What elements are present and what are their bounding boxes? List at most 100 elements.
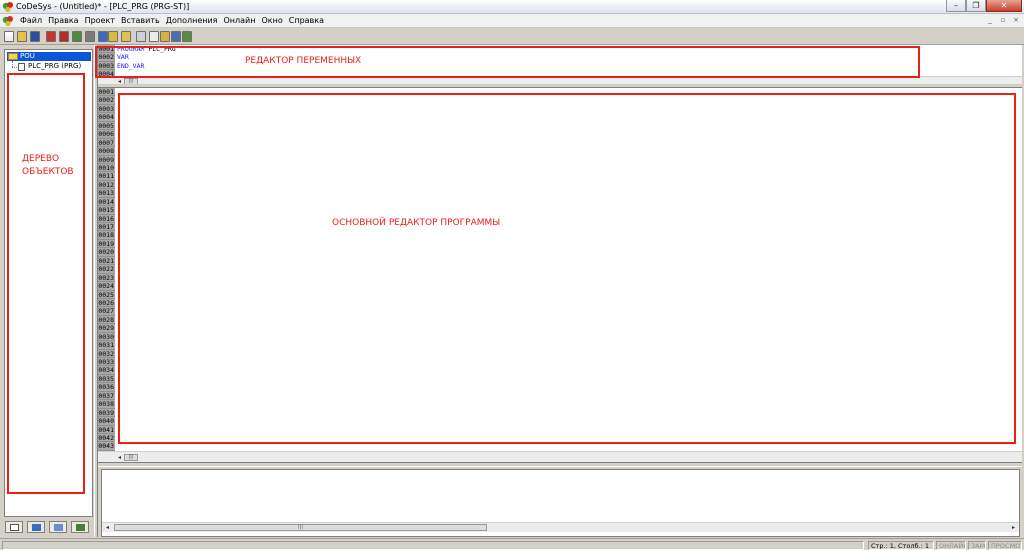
status-bar: Стр.: 1, Столб.: 1 ОНЛАЙН ЗАМ ПРОСМОТР: [0, 538, 1024, 550]
line-number: 0011: [98, 172, 115, 181]
paste-icon[interactable]: [160, 31, 170, 42]
line-number: 0005: [98, 121, 115, 131]
tree-item-pou[interactable]: POU: [7, 52, 91, 61]
folder-icon: [8, 53, 18, 60]
scroll-left-icon[interactable]: ◂: [116, 454, 123, 461]
message-splitter[interactable]: [98, 462, 1022, 467]
menu-file[interactable]: Файл: [17, 16, 45, 25]
tab-data-types[interactable]: [27, 521, 45, 533]
scroll-left-icon[interactable]: ◂: [104, 524, 111, 531]
program-annotation-frame: [118, 93, 1016, 444]
line-number: 0043: [98, 442, 115, 451]
line-number: 0024: [98, 282, 115, 291]
line-number: 0006: [98, 130, 115, 139]
document-window-icon[interactable]: [2, 15, 14, 27]
menu-project[interactable]: Проект: [82, 16, 118, 25]
line-number: 0039: [98, 408, 115, 418]
scroll-thumb[interactable]: |||: [124, 454, 138, 461]
codesys-window: CoDeSys - (Untitled)* - [PLC_PRG (PRG-ST…: [0, 0, 1024, 550]
line-number: 0042: [98, 433, 115, 443]
line-number: 0034: [98, 366, 115, 375]
program-hscrollbar[interactable]: ◂ |||: [98, 451, 1022, 462]
line-number: 0013: [98, 189, 115, 198]
menu-edit[interactable]: Правка: [45, 16, 81, 25]
menu-extras[interactable]: Дополнения: [163, 16, 221, 25]
program-line-numbers: 0001 0002 0003 0004 0005 0006 0007 0008 0009 0010…: [98, 88, 115, 451]
line-number: 0020: [98, 248, 115, 257]
replace-icon[interactable]: [182, 31, 192, 42]
message-hscrollbar[interactable]: ◂ ||| ▸: [102, 522, 1019, 532]
line-number: 0016: [98, 214, 115, 223]
line-number: 0036: [98, 383, 115, 392]
toolbar: [0, 29, 1024, 45]
step-icon[interactable]: [85, 31, 95, 42]
tab-visualizations[interactable]: [49, 521, 67, 533]
stop-icon[interactable]: [59, 31, 69, 42]
line-number: 0004: [98, 113, 115, 122]
line-number: 0037: [98, 391, 115, 401]
menu-window[interactable]: Окно: [258, 16, 285, 25]
declaration-annotation-label: РЕДАКТОР ПЕРЕМЕННЫХ: [245, 56, 362, 66]
write-values-icon[interactable]: [108, 31, 118, 42]
scroll-right-icon[interactable]: ▸: [1010, 524, 1017, 531]
mdi-close-button[interactable]: ×: [1010, 15, 1022, 26]
message-window[interactable]: ◂ ||| ▸: [101, 469, 1020, 537]
save-icon[interactable]: [30, 31, 40, 42]
status-cursor-position: Стр.: 1, Столб.: 1: [868, 541, 934, 550]
login-icon[interactable]: [46, 31, 56, 42]
line-number: 0019: [98, 239, 115, 249]
run-icon[interactable]: [72, 31, 82, 42]
declaration-annotation-frame: [95, 46, 920, 78]
line-number: 0028: [98, 315, 115, 325]
line-number: 0030: [98, 332, 115, 342]
breakpoint-icon[interactable]: [98, 31, 108, 42]
line-number: 0009: [98, 155, 115, 164]
window-title: CoDeSys - (Untitled)* - [PLC_PRG (PRG-ST…: [16, 2, 190, 11]
open-folder-icon[interactable]: [17, 31, 27, 42]
copy-icon[interactable]: [149, 31, 159, 42]
line-number: 0008: [98, 147, 115, 156]
line-number: 0041: [98, 425, 115, 434]
line-number: 0017: [98, 223, 115, 232]
program-annotation-label: ОСНОВНОЙ РЕДАКТОР ПРОГРАММЫ: [332, 218, 501, 228]
force-values-icon[interactable]: [121, 31, 131, 42]
mdi-minimize-button[interactable]: _: [984, 15, 996, 26]
line-number: 0027: [98, 307, 115, 316]
window-controls: – ❐ ✕: [946, 0, 1022, 13]
data-types-tab-icon: [32, 524, 41, 531]
cut-icon[interactable]: [136, 31, 146, 42]
line-number: 0014: [98, 197, 115, 207]
find-icon[interactable]: [171, 31, 181, 42]
tab-resources[interactable]: [71, 521, 89, 533]
line-number: 0038: [98, 400, 115, 409]
menu-list: Файл Правка Проект Вставить Дополнения О…: [17, 16, 327, 25]
line-number: 0021: [98, 256, 115, 266]
line-number: 0012: [98, 180, 115, 190]
resources-tab-icon: [76, 524, 85, 531]
line-number: 0007: [98, 138, 115, 148]
line-number: 0035: [98, 374, 115, 384]
tree-annotation-frame: [7, 73, 85, 494]
menu-bar: Файл Правка Проект Вставить Дополнения О…: [0, 14, 1024, 28]
line-number: 0001: [98, 88, 115, 97]
close-button[interactable]: ✕: [986, 0, 1022, 12]
minimize-button[interactable]: –: [946, 0, 966, 12]
menu-insert[interactable]: Вставить: [118, 16, 163, 25]
tree-item-plc-prg-label: PLC_PRG (PRG): [28, 62, 82, 70]
scroll-thumb[interactable]: |||: [114, 524, 487, 531]
status-replace-mode: ЗАМ: [968, 541, 986, 550]
restore-button[interactable]: ❐: [966, 0, 986, 12]
menu-help[interactable]: Справка: [286, 16, 327, 25]
new-file-icon[interactable]: [4, 31, 14, 42]
visualization-tab-icon: [54, 524, 63, 531]
line-number: 0033: [98, 358, 115, 367]
line-number: 0040: [98, 417, 115, 426]
object-tabs: [3, 519, 95, 535]
tab-pous[interactable]: [5, 521, 23, 533]
line-number: 0025: [98, 290, 115, 299]
codesys-app-icon: [2, 2, 13, 13]
mdi-restore-button[interactable]: ▫: [997, 15, 1009, 26]
line-number: 0010: [98, 163, 115, 173]
menu-online[interactable]: Онлайн: [221, 16, 259, 25]
line-number: 0018: [98, 231, 115, 240]
